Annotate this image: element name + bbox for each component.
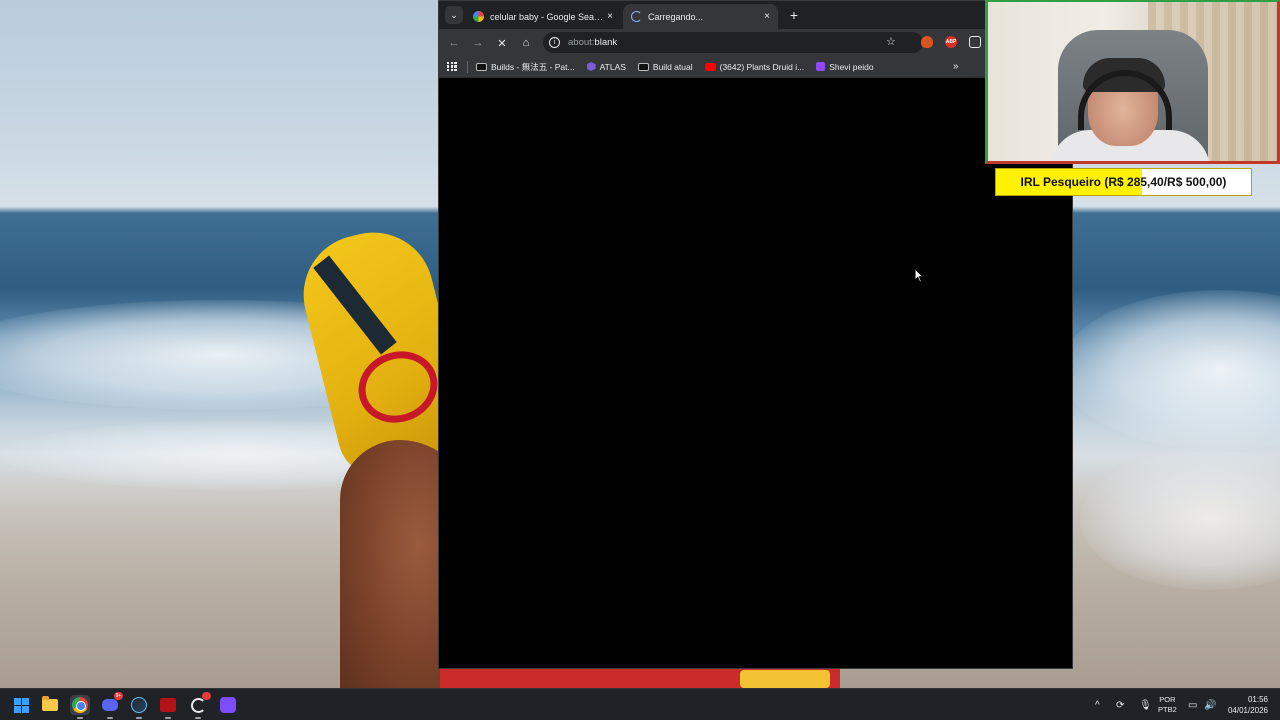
loading-spinner-icon (631, 11, 642, 22)
running-indicator (107, 717, 113, 719)
running-indicator (77, 717, 83, 719)
video-app-icon (160, 698, 176, 712)
discord-icon (102, 699, 118, 711)
poe-icon (476, 62, 487, 71)
address-bar[interactable]: i about:blank (543, 32, 923, 53)
microphone-icon[interactable]: 🎙 (1139, 689, 1152, 720)
taskbar-chrome[interactable] (70, 695, 90, 719)
bookmarks-separator (467, 60, 468, 73)
taskbar-video-app[interactable] (158, 695, 178, 719)
start-button[interactable] (11, 695, 31, 715)
system-clock[interactable]: 01:56 04/01/2026 (1224, 694, 1268, 716)
bookmark-atlas[interactable]: ATLAS (586, 61, 626, 72)
tray-overflow-chevron-icon[interactable]: ^ (1095, 689, 1100, 720)
tab-loading[interactable]: Carregando... × (623, 4, 778, 29)
running-indicator (165, 717, 171, 719)
tab-google-search[interactable]: celular baby - Google Search × (465, 4, 621, 29)
running-indicator (136, 717, 142, 719)
apps-grid-icon[interactable] (447, 61, 457, 72)
windows-logo-icon (13, 697, 29, 713)
lang-line2: PTB2 (1158, 705, 1177, 714)
bookmark-shevi-peido[interactable]: Shevi peido (816, 61, 874, 72)
input-language-indicator[interactable]: POR PTB2 (1158, 695, 1177, 715)
atlas-icon (586, 62, 596, 71)
discord-badge: 9+ (114, 692, 123, 700)
webcam-overlay (985, 0, 1280, 164)
address-url[interactable]: about:blank (568, 37, 617, 48)
extensions-puzzle-icon[interactable] (969, 36, 981, 48)
lang-line1: POR (1159, 695, 1176, 704)
bookmark-label: Builds - 無法五 - Pat... (491, 61, 575, 72)
folder-icon (42, 696, 58, 711)
poe-icon (637, 62, 649, 71)
site-info-icon[interactable]: i (549, 37, 560, 48)
windows-taskbar: 9+ ^ ⟳ 🎙 POR PTB2 ▭ 🔊 01:56 04/01/2026 (0, 688, 1280, 720)
tab-title: Carregando... (648, 11, 704, 22)
goal-text: IRL Pesqueiro (R$ 285,40/R$ 500,00) (1020, 175, 1227, 189)
donation-goal-bar: IRL Pesqueiro (R$ 285,40/R$ 500,00) (995, 168, 1252, 196)
stop-loading-button[interactable]: ✕ (493, 34, 511, 52)
bookmark-build-atual[interactable]: Build atual (637, 61, 693, 72)
taskbar-discord[interactable]: 9+ (100, 692, 123, 719)
back-button[interactable]: ← (445, 34, 463, 52)
youtube-icon (704, 62, 716, 71)
bookmark-builds[interactable]: Builds - 無法五 - Pat... (476, 61, 575, 73)
tab-title: celular baby - Google Search (490, 11, 604, 22)
bookmark-label: ATLAS (599, 61, 626, 72)
new-tab-button[interactable]: + (785, 6, 803, 24)
tab-close-icon[interactable]: × (764, 11, 770, 22)
bookmarks-overflow-button[interactable]: » (953, 61, 959, 72)
clock-date: 04/01/2026 (1227, 706, 1268, 715)
taskbar-grid-app[interactable] (218, 695, 238, 715)
tab-strip: ⌄ celular baby - Google Search × Carrega… (439, 1, 1072, 29)
tab-search-button[interactable]: ⌄ (445, 6, 463, 24)
network-icon[interactable]: ▭ (1188, 689, 1197, 720)
volume-icon[interactable]: 🔊 (1204, 689, 1216, 720)
forward-button[interactable]: → (469, 34, 487, 52)
clock-time: 01:56 (1247, 695, 1268, 704)
obs-icon (190, 697, 206, 713)
running-indicator (195, 717, 201, 719)
page-content-blank[interactable] (439, 79, 1072, 668)
browser-window: ⌄ celular baby - Google Search × Carrega… (438, 0, 1073, 669)
taskbar-file-explorer[interactable] (40, 695, 60, 715)
bookmark-plants-druid[interactable]: (3642) Plants Druid i... (704, 61, 805, 72)
sync-icon[interactable]: ⟳ (1116, 689, 1124, 720)
grid-app-icon (220, 697, 236, 713)
bookmark-label: Build atual (652, 61, 693, 72)
bookmark-star-icon[interactable]: ☆ (886, 35, 896, 48)
bookmark-label: (3642) Plants Druid i... (719, 61, 805, 72)
home-button[interactable]: ⌂ (517, 34, 535, 52)
trunks-label (740, 670, 830, 688)
wave-right-lower (1080, 450, 1280, 590)
tab-close-icon[interactable]: × (607, 11, 613, 22)
taskbar-steam[interactable] (129, 695, 149, 719)
google-favicon-icon (473, 11, 484, 22)
extension-fox-icon[interactable] (921, 36, 933, 48)
browser-toolbar: ← → ✕ ⌂ i about:blank ☆ ABP (439, 29, 1072, 56)
twitch-icon (816, 62, 826, 71)
bookmark-label: Shevi peido (829, 61, 874, 72)
adblock-plus-icon[interactable]: ABP (945, 36, 957, 48)
taskbar-obs[interactable] (188, 692, 211, 719)
chrome-icon (72, 697, 88, 713)
bookmarks-bar: Builds - 無法五 - Pat... ATLAS Build atual … (439, 56, 1072, 78)
recording-dot (202, 692, 211, 700)
steam-icon (131, 697, 147, 713)
wave-right (1060, 290, 1280, 450)
